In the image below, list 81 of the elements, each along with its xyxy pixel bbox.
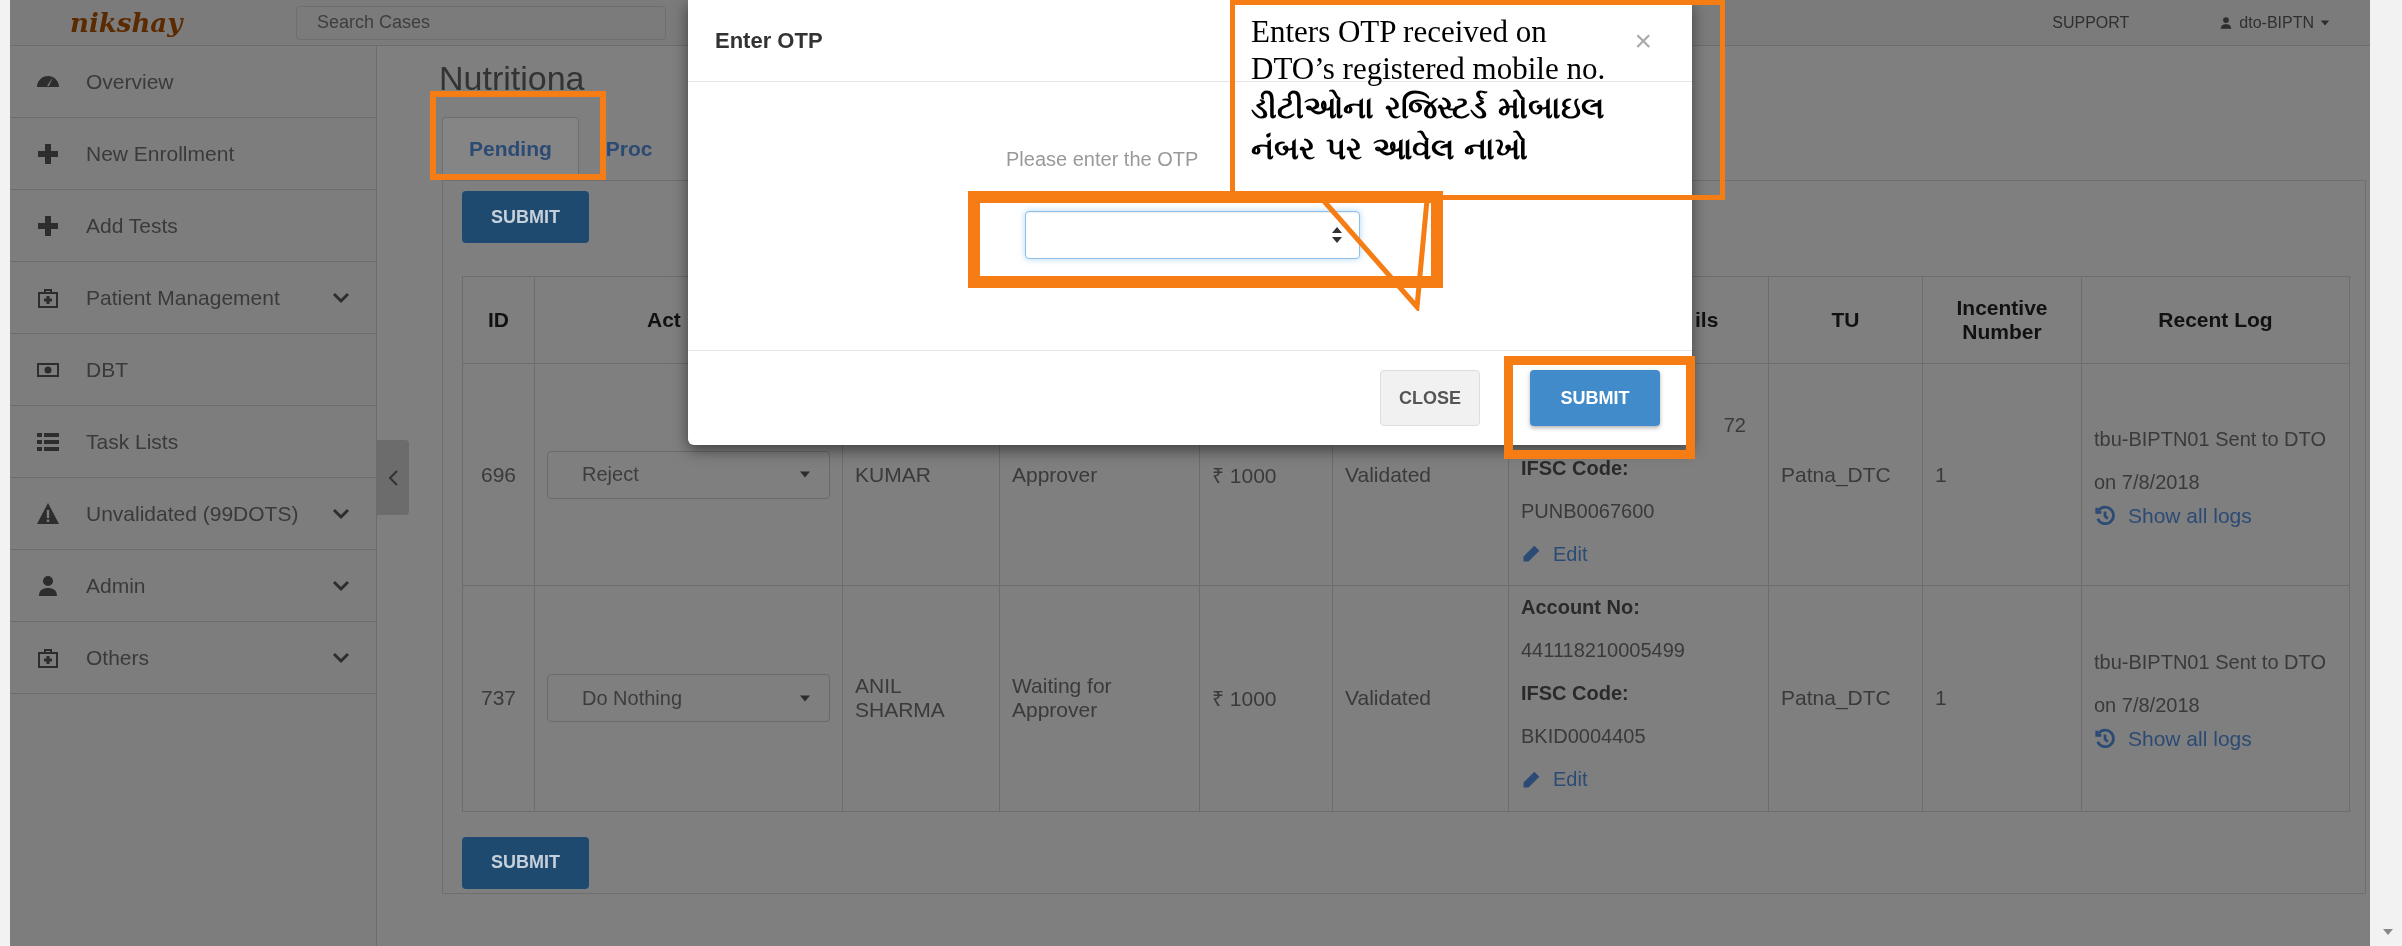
table-cell: 1 bbox=[1935, 462, 1947, 486]
bank-value: BKID0004405 bbox=[1521, 724, 1647, 749]
sidebar-item[interactable]: Overview bbox=[10, 46, 376, 118]
callout-text: Enters OTP received on bbox=[1251, 13, 1547, 50]
show-logs-link[interactable]: Show all logs bbox=[2094, 503, 2252, 528]
show-logs-link[interactable]: Show all logs bbox=[2094, 727, 2252, 752]
log-text: tbu-BIPTN01 Sent to DTO on 7/8/2018 bbox=[2094, 650, 2327, 719]
chevron-left-icon bbox=[387, 468, 399, 487]
otp-input-field[interactable] bbox=[1025, 211, 1360, 259]
table-cell: 737 bbox=[480, 686, 516, 710]
bank-value: PUNB0067600 bbox=[1521, 498, 1656, 524]
chevron-down-icon bbox=[332, 579, 350, 592]
action-select[interactable]: Do Nothing bbox=[547, 674, 830, 723]
column-header: Recent Log bbox=[2158, 308, 2273, 331]
plus-icon bbox=[36, 141, 60, 166]
bank-value: 441118210005499 bbox=[1521, 638, 1686, 663]
page-title: Nutritiona bbox=[439, 57, 585, 99]
sidebar-item[interactable]: Add Tests bbox=[10, 190, 376, 262]
column-header: Act bbox=[647, 308, 681, 331]
chevron-down-icon bbox=[332, 651, 350, 664]
caret-icon bbox=[799, 693, 811, 703]
table-cell: Approver bbox=[1012, 462, 1098, 486]
scroll-down-icon[interactable] bbox=[2382, 928, 2394, 936]
close-icon[interactable]: × bbox=[1634, 23, 1652, 58]
support-link[interactable]: SUPPORT bbox=[2052, 13, 2130, 32]
tab[interactable]: Proc bbox=[578, 117, 680, 180]
modal-title: Enter OTP bbox=[715, 27, 823, 54]
submit-button[interactable]: SUBMIT bbox=[462, 191, 589, 243]
sidebar-item[interactable]: Others bbox=[10, 622, 376, 694]
table-cell: KUMAR bbox=[855, 462, 931, 486]
column-header: Incentive Number bbox=[1956, 296, 2048, 343]
search-field[interactable]: Search Cases bbox=[296, 5, 666, 40]
table-cell: 696 bbox=[480, 462, 516, 486]
sidebar-item[interactable]: Admin bbox=[10, 550, 376, 622]
bank-value: 72 bbox=[1722, 412, 1747, 438]
table-cell: Validated bbox=[1345, 686, 1431, 710]
column-header: ils bbox=[1695, 308, 1719, 331]
user-icon bbox=[2219, 15, 2234, 30]
column-header: TU bbox=[1831, 308, 1860, 331]
edit-link[interactable]: Edit bbox=[1521, 532, 1588, 576]
collapse-toggle[interactable] bbox=[377, 440, 409, 515]
table-cell: Patna_DTC bbox=[1781, 686, 1891, 710]
chevron-down-icon bbox=[332, 507, 350, 520]
user-icon bbox=[36, 573, 60, 598]
sidebar-item[interactable]: Unvalidated (99DOTS) bbox=[10, 478, 376, 550]
sidebar-item[interactable]: Patient Management bbox=[10, 262, 376, 334]
callout-translation: ડીટીઓના રજિસ્ટર્ડ મોબાઇલ નંબર પર આવેલ નાખો bbox=[1251, 88, 1605, 168]
chevron-down-icon bbox=[332, 291, 350, 304]
plus-icon bbox=[36, 213, 60, 238]
sidebar-item[interactable]: New Enrollment bbox=[10, 118, 376, 190]
column-header: ID bbox=[488, 308, 509, 331]
action-select[interactable]: Reject bbox=[547, 450, 830, 499]
gauge-icon bbox=[36, 76, 60, 87]
otp-prompt: Please enter the OTP bbox=[1006, 148, 1199, 171]
table-cell: ANIL SHARMA bbox=[855, 674, 945, 722]
logo[interactable]: nikshay bbox=[70, 7, 270, 38]
log-text: tbu-BIPTN01 Sent to DTO on 7/8/2018 bbox=[2094, 426, 2327, 495]
bank-label: IFSC Code: bbox=[1521, 455, 1630, 481]
table-cell: ₹ 1000 bbox=[1212, 687, 1277, 711]
close-button[interactable]: CLOSE bbox=[1380, 370, 1480, 426]
table-cell: Waiting for Approver bbox=[1012, 674, 1112, 722]
history-icon bbox=[2094, 728, 2116, 751]
caret-icon bbox=[2320, 18, 2330, 27]
sidebar-item[interactable]: Task Lists bbox=[10, 406, 376, 478]
table-cell: ₹ 1000 bbox=[1212, 463, 1277, 487]
bank-label: Account No: bbox=[1521, 595, 1641, 620]
table-cell: Validated bbox=[1345, 462, 1431, 486]
edit-link[interactable]: Edit bbox=[1521, 758, 1588, 801]
pencil-icon bbox=[1521, 769, 1541, 790]
pencil-icon bbox=[1521, 544, 1541, 564]
user-menu[interactable]: dto-BIPTN bbox=[2219, 13, 2330, 32]
warning-icon bbox=[36, 501, 60, 526]
table-cell: Patna_DTC bbox=[1781, 462, 1891, 486]
submit-button[interactable]: SUBMIT bbox=[1530, 370, 1660, 426]
sidebar-item[interactable]: DBT bbox=[10, 334, 376, 406]
caret-icon bbox=[799, 470, 811, 479]
callout-text: DTO’s registered mobile no. bbox=[1251, 50, 1606, 87]
submit-button[interactable]: SUBMIT bbox=[462, 836, 589, 889]
history-icon bbox=[2094, 504, 2116, 527]
table-cell: 1 bbox=[1935, 686, 1947, 710]
bank-label: IFSC Code: bbox=[1521, 681, 1630, 706]
